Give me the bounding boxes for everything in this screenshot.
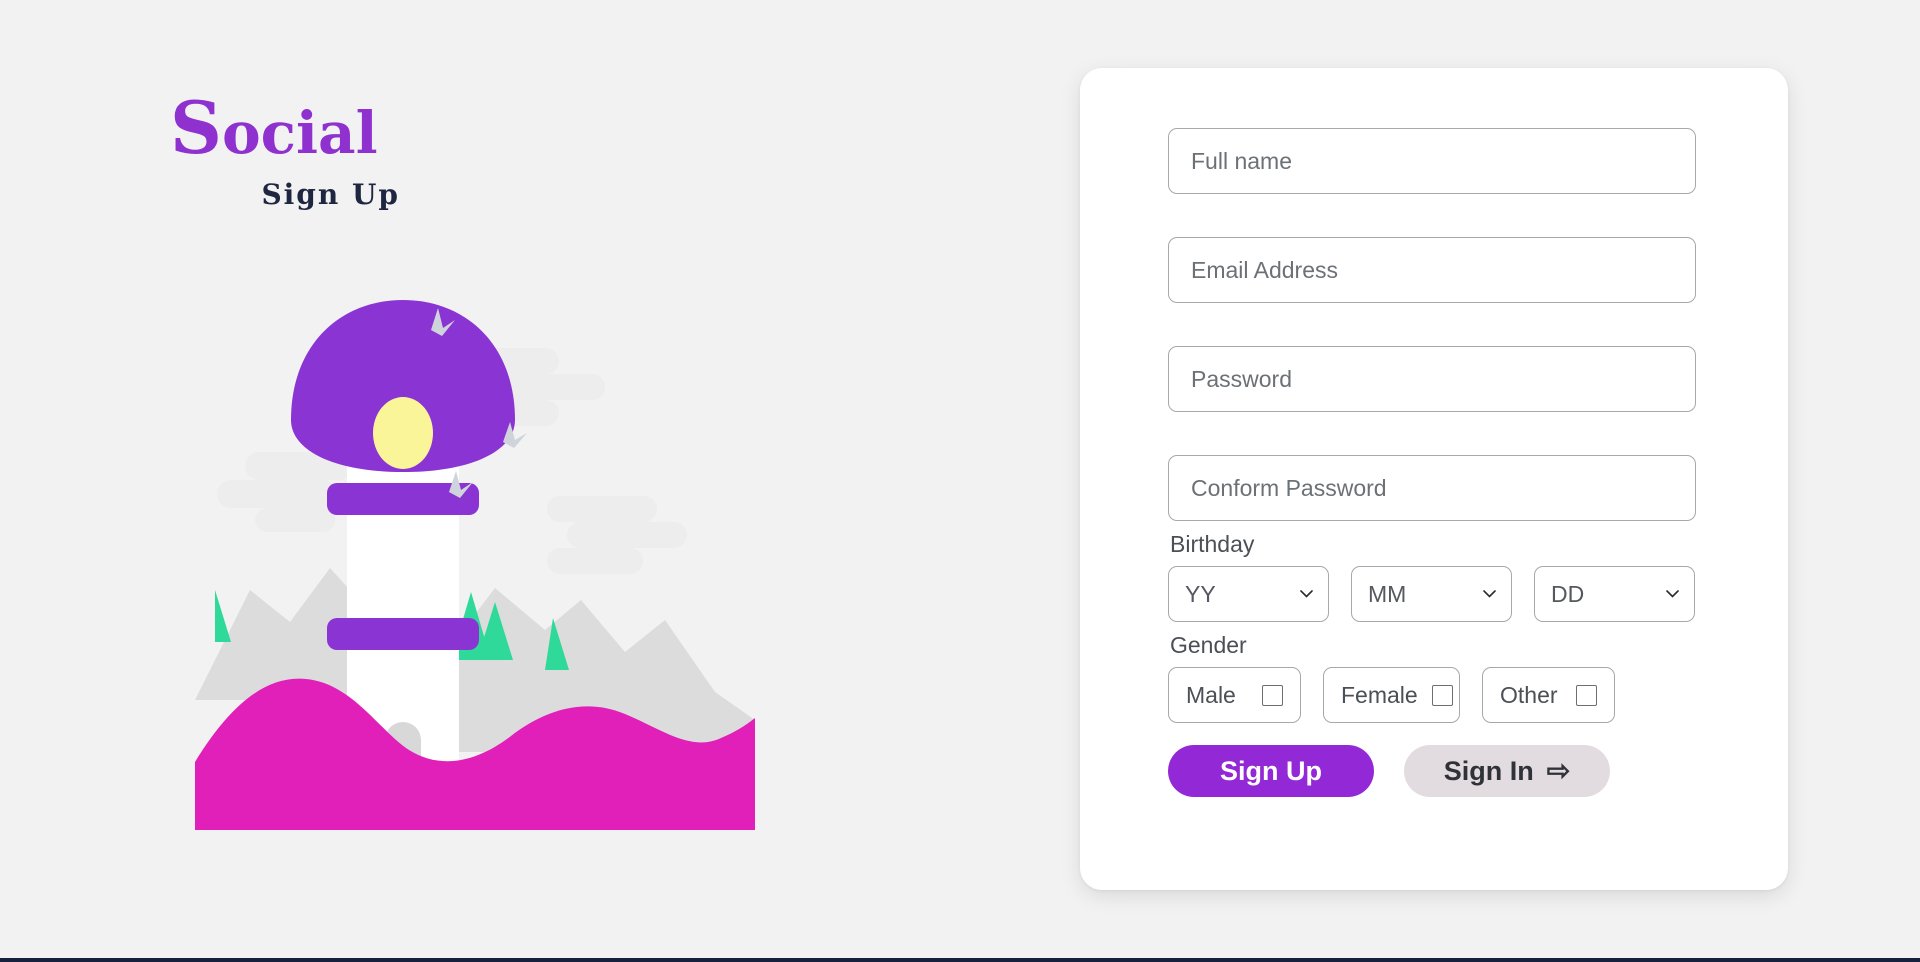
app-logo-title: Social bbox=[168, 92, 408, 164]
gender-row: Male Female Other bbox=[1168, 667, 1696, 723]
gender-other-checkbox[interactable] bbox=[1576, 684, 1597, 706]
lighthouse-light bbox=[373, 397, 433, 469]
logo-initial: S bbox=[170, 85, 222, 170]
birthday-month-value: MM bbox=[1368, 580, 1407, 607]
sign-in-button[interactable]: Sign In ⇨ bbox=[1404, 745, 1610, 797]
lighthouse-illustration bbox=[195, 300, 755, 835]
gender-option-female[interactable]: Female bbox=[1323, 667, 1460, 723]
bottom-rule bbox=[0, 958, 1920, 962]
birthday-month-select[interactable]: MM bbox=[1351, 566, 1512, 622]
gender-option-other[interactable]: Other bbox=[1482, 667, 1615, 723]
birthday-year-value: YY bbox=[1185, 580, 1216, 607]
logo-rest: ocial bbox=[222, 99, 378, 167]
birthday-day-value: DD bbox=[1551, 580, 1585, 607]
arrow-right-icon: ⇨ bbox=[1546, 755, 1571, 786]
birthday-label: Birthday bbox=[1170, 531, 1255, 557]
birthday-year-select[interactable]: YY bbox=[1168, 566, 1329, 622]
gender-female-checkbox[interactable] bbox=[1431, 684, 1453, 706]
sign-in-button-label: Sign In bbox=[1443, 755, 1534, 786]
gender-other-label: Other bbox=[1500, 681, 1558, 708]
tower-band-lower bbox=[327, 618, 479, 650]
password-input[interactable] bbox=[1168, 346, 1696, 412]
gender-female-label: Female bbox=[1341, 681, 1418, 708]
email-address-input[interactable] bbox=[1168, 237, 1696, 303]
sign-up-button[interactable]: Sign Up bbox=[1168, 745, 1374, 797]
full-name-input[interactable] bbox=[1168, 128, 1696, 194]
birthday-day-select[interactable]: DD bbox=[1534, 566, 1695, 622]
gender-label: Gender bbox=[1170, 632, 1247, 658]
gender-option-male[interactable]: Male bbox=[1168, 667, 1301, 723]
sign-up-button-label: Sign Up bbox=[1220, 755, 1322, 786]
brand-block: Social Sign Up bbox=[168, 92, 408, 212]
signup-card: Birthday YY MM DD bbox=[1080, 68, 1788, 890]
gender-male-label: Male bbox=[1186, 681, 1236, 708]
gender-male-checkbox[interactable] bbox=[1262, 684, 1283, 706]
brand-panel: Social Sign Up bbox=[0, 0, 1040, 958]
birthday-row: YY MM DD bbox=[1168, 566, 1696, 622]
conform-password-input[interactable] bbox=[1168, 455, 1696, 521]
signup-form: Birthday YY MM DD bbox=[1168, 128, 1696, 797]
page-title: Sign Up bbox=[261, 178, 400, 211]
form-actions: Sign Up Sign In ⇨ bbox=[1168, 745, 1696, 797]
